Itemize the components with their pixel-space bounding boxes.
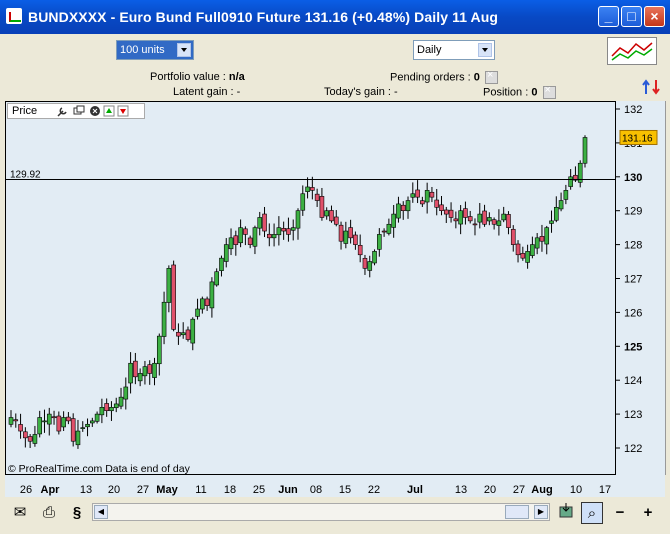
portfolio-amount: n/a — [228, 71, 245, 83]
today-label: Today's gain : — [324, 86, 391, 98]
window-title: BUNDXXXX - Euro Bund Full0910 Future 131… — [28, 9, 499, 25]
scroll-thumb[interactable] — [505, 505, 529, 519]
todays-gain: Today's gain : - — [324, 86, 398, 98]
legend-tools — [57, 105, 129, 117]
mail-icon[interactable]: ✉ — [9, 502, 31, 524]
price-legend: Price — [7, 103, 146, 119]
chart-area[interactable] — [5, 101, 616, 475]
minimize-button[interactable]: _ — [598, 6, 619, 27]
info-bar: Portfolio value : n/a Pending orders : 0… — [0, 68, 670, 102]
chart-type-icon — [611, 42, 653, 61]
today-value: - — [393, 86, 398, 98]
zoom-in-icon[interactable]: + — [637, 502, 659, 524]
top-toolbar: 100 units Daily — [0, 34, 670, 69]
cursor-svg — [559, 503, 573, 518]
swap-arrows-icon[interactable] — [641, 78, 663, 96]
price-axis — [616, 101, 666, 475]
copyright-note: © ProRealTime.com Data is end of day — [8, 463, 190, 475]
print-icon[interactable]: ⎙ — [38, 502, 60, 524]
units-select-value: 100 units — [120, 44, 165, 56]
wrench-icon[interactable] — [57, 107, 67, 117]
swap-arrows-svg — [642, 79, 660, 95]
period-select[interactable]: Daily — [413, 40, 495, 60]
move-down-icon[interactable] — [117, 105, 129, 117]
windows-icon[interactable] — [73, 105, 85, 115]
maximize-button[interactable]: □ — [621, 6, 642, 27]
cursor-icon[interactable] — [555, 502, 577, 524]
position-count: 0 — [531, 86, 538, 99]
position-label: Position : — [483, 86, 529, 99]
scroll-right-button[interactable]: ▶ — [534, 505, 548, 519]
zoom-select-icon[interactable]: ⌕ — [581, 502, 603, 524]
position-clear-icon[interactable] — [542, 84, 556, 99]
pending-label: Pending orders : — [390, 71, 471, 84]
date-axis — [5, 475, 665, 497]
app-chart-icon — [6, 8, 22, 24]
title-bar: BUNDXXXX - Euro Bund Full0910 Future 131… — [0, 0, 670, 34]
portfolio-value: Portfolio value : n/a — [150, 71, 245, 83]
horizontal-scrollbar[interactable]: ◀ ▶ — [92, 503, 550, 521]
remove-icon[interactable] — [90, 106, 101, 117]
chevron-down-icon[interactable] — [177, 43, 191, 57]
position: Position : 0 — [483, 84, 556, 99]
latent-value: - — [236, 86, 241, 98]
pending-count: 0 — [473, 71, 480, 84]
portfolio-label: Portfolio value : — [150, 71, 226, 83]
chart-type-button[interactable] — [607, 37, 657, 65]
move-up-icon[interactable] — [103, 105, 115, 117]
scroll-left-button[interactable]: ◀ — [94, 505, 108, 519]
period-select-value: Daily — [417, 44, 442, 56]
latent-label: Latent gain : — [173, 86, 234, 98]
zoom-out-icon[interactable]: − — [609, 502, 631, 524]
link-icon[interactable]: § — [66, 502, 88, 524]
close-button[interactable]: × — [644, 6, 665, 27]
chevron-down-icon[interactable] — [478, 43, 492, 57]
units-select[interactable]: 100 units — [116, 40, 194, 60]
pending-orders: Pending orders : 0 — [390, 69, 498, 84]
legend-label: Price — [12, 105, 38, 117]
pending-clear-icon[interactable] — [484, 69, 498, 84]
latent-gain: Latent gain : - — [173, 86, 240, 98]
